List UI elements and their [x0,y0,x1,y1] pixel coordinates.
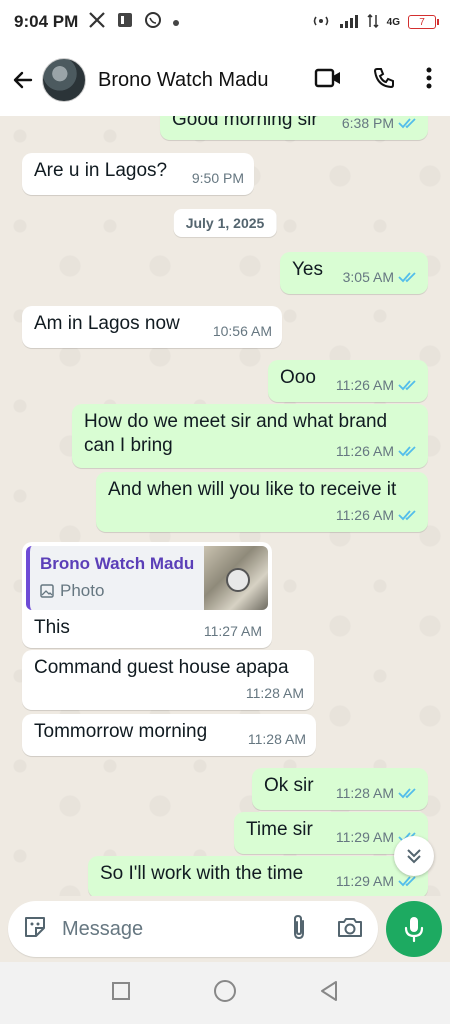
notification-icon [116,11,134,34]
date-separator: July 1, 2025 [173,209,277,237]
message-outgoing[interactable]: Good morning sir 6:38 PM [160,116,428,140]
read-ticks-icon [398,272,416,283]
message-outgoing[interactable]: And when will you like to receive it 11:… [96,472,428,532]
message-time: 11:27 AM [203,623,262,639]
phone-icon[interactable] [372,66,396,95]
message-text-line: How do we meet sir and what brand [84,411,388,432]
read-ticks-icon [398,118,416,129]
message-time: 11:26 AM [335,377,394,393]
composer [0,896,450,962]
scroll-to-bottom-button[interactable] [394,836,434,876]
video-call-icon[interactable] [314,67,342,94]
attach-icon[interactable] [290,913,308,946]
message-text: Yes [292,259,323,280]
x-icon [88,11,106,34]
photo-icon [40,584,54,598]
message-incoming[interactable]: Am in Lagos now 10:56 AM [22,306,282,348]
message-time: 11:26 AM [335,443,394,459]
message-text: Tommorrow morning [34,721,208,742]
message-incoming[interactable]: Tommorrow morning 11:28 AM [22,714,316,756]
read-ticks-icon [398,446,416,457]
quoted-thumbnail [204,546,268,610]
message-time: 9:50 PM [191,170,244,186]
message-outgoing[interactable]: So I'll work with the time 11:29 AM [88,856,428,896]
chat-header: Brono Watch Madu [0,44,450,116]
message-text: Am in Lagos now [34,313,180,334]
message-text: Ooo [280,367,316,388]
battery-icon: 7 [408,15,439,29]
data-icon [367,13,379,31]
quoted-type: Photo [60,581,105,600]
message-time: 11:28 AM [245,685,304,701]
more-vert-icon[interactable] [426,67,432,94]
hotspot-icon [311,14,331,31]
message-time: 11:29 AM [335,873,394,889]
back-arrow-icon[interactable] [10,67,36,93]
message-input[interactable] [62,917,262,941]
camera-icon[interactable] [336,915,364,944]
message-time: 6:38 PM [341,116,394,131]
message-input-container [8,901,379,957]
network-type: 4G [386,16,400,28]
message-text: This [34,617,70,638]
sticker-icon[interactable] [22,914,48,945]
battery-level: 7 [419,16,425,28]
message-text: Good morning sir [172,116,318,130]
message-text: Are u in Lagos? [34,160,168,181]
message-outgoing[interactable]: Ok sir 11:28 AM [252,768,428,810]
message-text: So I'll work with the time [100,863,304,884]
message-outgoing[interactable]: How do we meet sir and what brand can I … [72,404,428,468]
status-bar: 9:04 PM 4G 7 [0,0,450,44]
message-time: 3:05 AM [342,269,394,285]
read-ticks-icon [398,876,416,887]
message-outgoing[interactable]: Ooo 11:26 AM [268,360,428,402]
message-incoming-reply[interactable]: Brono Watch Madu Photo This 11:27 AM [22,542,272,648]
mic-button[interactable] [386,901,442,957]
message-time: 11:29 AM [335,829,394,845]
message-time: 11:28 AM [335,785,394,801]
message-time: 11:28 AM [247,731,306,747]
message-text: And when will you like to receive it [108,479,397,500]
message-outgoing[interactable]: Yes 3:05 AM [280,252,428,294]
avatar[interactable] [42,58,86,102]
message-incoming[interactable]: Are u in Lagos? 9:50 PM [22,153,254,195]
status-time: 9:04 PM [14,12,79,31]
back-triangle-icon[interactable] [319,980,339,1007]
home-circle-icon[interactable] [213,979,237,1008]
mic-icon [405,917,424,943]
system-nav-bar [0,962,450,1024]
chevron-double-down-icon [407,849,421,864]
signal-icon [339,14,359,31]
read-ticks-icon [398,510,416,521]
dot-icon [172,12,180,32]
message-incoming[interactable]: Command guest house apapa 11:28 AM [22,650,314,710]
message-time: 10:56 AM [212,323,272,339]
read-ticks-icon [398,380,416,391]
read-ticks-icon [398,788,416,799]
message-time: 11:26 AM [335,507,394,523]
message-text: Command guest house apapa [34,657,289,678]
quoted-message[interactable]: Brono Watch Madu Photo [26,546,268,610]
chat-area[interactable]: Good morning sir 6:38 PM Are u in Lagos?… [0,116,450,896]
message-text: Time sir [246,819,313,840]
contact-name[interactable]: Brono Watch Madu [98,69,268,92]
whatsapp-icon [144,11,162,34]
message-text: Ok sir [264,775,314,796]
recents-square-icon[interactable] [111,981,131,1006]
